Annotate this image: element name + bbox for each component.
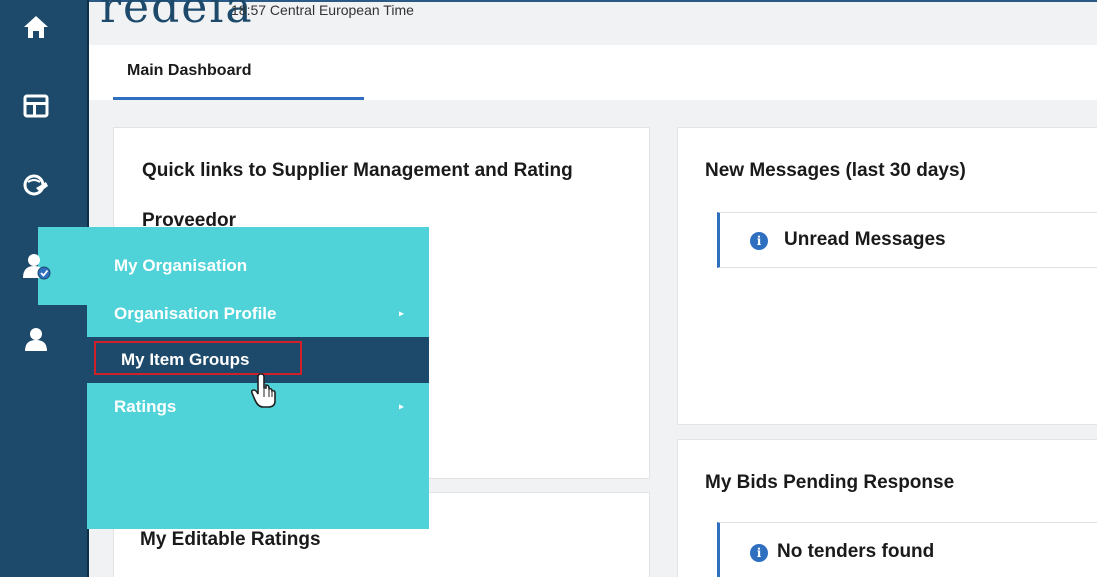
chevron-right-icon: ▸ (398, 401, 404, 413)
new-messages-title: New Messages (last 30 days) (705, 160, 966, 181)
info-icon: i (750, 544, 768, 562)
current-time: 18:57 Central European Time (231, 2, 414, 18)
menu-item-label: My Organisation (114, 256, 248, 275)
chevron-right-icon: ▸ (398, 308, 404, 320)
menu-item-my-organisation[interactable]: My Organisation (87, 243, 429, 289)
new-messages-card: New Messages (last 30 days) i Unread Mes… (677, 127, 1097, 425)
nav-profile[interactable] (0, 312, 87, 367)
nav-my-organisation[interactable] (0, 227, 87, 305)
nav-sourcing[interactable] (0, 150, 87, 215)
quick-links-title: Quick links to Supplier Management and R… (142, 160, 573, 181)
no-tenders-label: No tenders found (777, 541, 935, 562)
hand-pointer-icon (250, 372, 281, 410)
menu-item-organisation-profile[interactable]: Organisation Profile ▸ (87, 291, 429, 337)
nav-home[interactable] (0, 0, 87, 55)
bids-pending-card: My Bids Pending Response i No tenders fo… (677, 439, 1097, 577)
tab-main-dashboard[interactable]: Main Dashboard (127, 62, 251, 80)
dashboard-icon (21, 91, 51, 121)
app-root: redeia 18:57 Central European Time Main … (0, 0, 1097, 577)
user-check-icon (21, 251, 51, 281)
unread-messages-box[interactable]: i Unread Messages (717, 212, 1097, 268)
user-icon (21, 324, 51, 354)
bids-pending-title: My Bids Pending Response (705, 472, 955, 493)
menu-item-label: Organisation Profile (114, 304, 277, 323)
no-tenders-box: i No tenders found (717, 522, 1097, 577)
editable-ratings-title: My Editable Ratings (140, 529, 321, 550)
nav-dashboard[interactable] (0, 75, 87, 135)
home-icon (21, 12, 51, 42)
globe-handshake-icon (21, 170, 51, 200)
info-icon: i (750, 232, 768, 250)
selection-highlight-box (94, 341, 302, 375)
unread-messages-label: Unread Messages (784, 229, 946, 250)
menu-item-label: Ratings (114, 397, 177, 416)
active-tab-indicator (113, 97, 364, 100)
